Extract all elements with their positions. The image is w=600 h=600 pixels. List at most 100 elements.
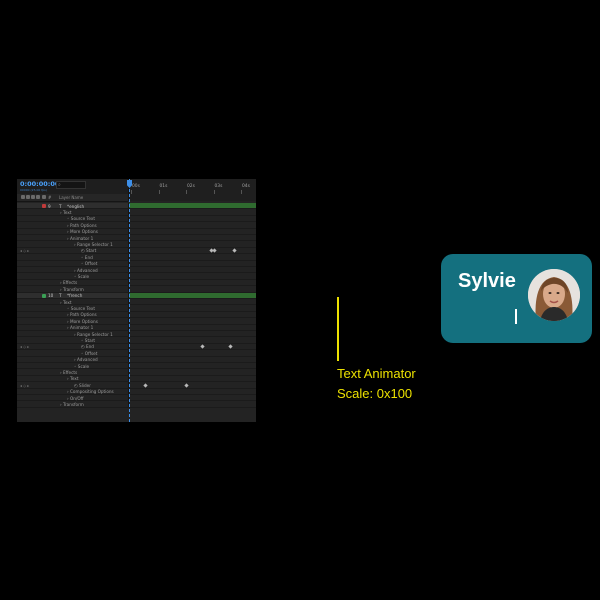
layer-track[interactable] (128, 331, 256, 337)
layer-track[interactable] (128, 209, 256, 215)
lock-icon[interactable] (36, 195, 40, 199)
row-label: › Effects (60, 369, 78, 375)
layer-track[interactable] (128, 241, 256, 247)
row-label: ◦ Scale (74, 363, 90, 369)
layer-number: 9 (48, 203, 51, 209)
layer-track[interactable] (128, 292, 256, 298)
layer-color-swatch[interactable] (42, 293, 46, 298)
audio-icon[interactable] (26, 195, 30, 199)
row-label: › Animator 1 (67, 235, 94, 241)
layer-track[interactable] (128, 395, 256, 401)
layer-track[interactable] (128, 401, 256, 407)
row-label: › Range Selector 1 (74, 331, 113, 337)
row-label: ◦ Start (81, 337, 96, 343)
layer-track[interactable] (128, 375, 256, 382)
layer-track[interactable] (128, 343, 256, 350)
layer-track[interactable] (128, 247, 256, 254)
layer-track[interactable] (128, 311, 256, 318)
layer-track[interactable] (128, 363, 256, 369)
layer-track[interactable] (128, 254, 256, 260)
ruler-tick (213, 190, 215, 194)
layer-track[interactable] (128, 260, 256, 266)
row-label: ◦ Offset (81, 261, 98, 267)
row-label: ◴ Start (81, 248, 97, 254)
row-label: *english (67, 203, 85, 209)
layer-track[interactable] (128, 382, 256, 388)
ruler-tick-label: 03s (214, 184, 223, 189)
row-label: › Compositing Options (67, 389, 114, 395)
layer-search-input[interactable]: ⌕ (56, 181, 86, 189)
ruler-tick (158, 190, 160, 194)
row-label: › Advanced (74, 267, 98, 273)
name-card: Sylvie (441, 254, 592, 343)
time-ruler[interactable]: 00s 01s 02s 03s 04s (128, 179, 256, 201)
row-label: ◦ Source Text (67, 305, 95, 311)
row-label: › Transform (60, 401, 84, 407)
layer-track[interactable] (128, 318, 256, 324)
solo-icon[interactable] (31, 195, 35, 199)
layer-color-swatch[interactable] (42, 204, 46, 208)
layer-track[interactable] (128, 215, 256, 222)
ruler-tick (241, 190, 242, 194)
layer-column-header: # Layer Name (17, 194, 128, 202)
search-icon: ⌕ (58, 182, 61, 188)
ruler-tick-label: 04s (242, 184, 250, 189)
layer-track[interactable] (128, 203, 256, 209)
text-cursor (515, 309, 517, 324)
keyframe[interactable] (232, 248, 237, 253)
keyframe[interactable] (184, 383, 189, 388)
row-label: ◦ Offset (81, 350, 98, 356)
layer-track[interactable] (128, 337, 256, 343)
timecode-display[interactable]: 0:00:00:00 (20, 180, 59, 188)
portrait-photo-icon (528, 269, 580, 321)
layer-track[interactable] (128, 279, 256, 286)
ruler-tick (131, 190, 132, 194)
layer-number: 10 (48, 293, 54, 299)
layer-track[interactable] (128, 299, 256, 305)
keyframe[interactable] (212, 248, 218, 253)
row-label: › Advanced (74, 357, 98, 363)
eye-icon[interactable] (21, 195, 25, 199)
row-label: › Text (60, 299, 72, 305)
layer-track[interactable] (128, 324, 256, 330)
row-label: ◴ End (81, 344, 94, 350)
row-label: › Animator 1 (67, 325, 94, 331)
layer-track[interactable] (128, 305, 256, 311)
row-label: ◦ End (81, 254, 93, 260)
row-label: › Effects (60, 280, 78, 286)
keyframe[interactable] (143, 383, 148, 388)
row-label: › Path Options (67, 222, 97, 228)
ruler-tick-label: 02s (187, 184, 195, 189)
layer-track[interactable] (128, 286, 256, 292)
keyframe[interactable] (200, 344, 205, 349)
keyframe[interactable] (228, 344, 233, 349)
annotation-line (337, 297, 339, 361)
text-layer-icon: T (59, 203, 62, 209)
layer-track[interactable] (128, 228, 256, 234)
keyframe-navigator-icon[interactable]: ◂ ◇ ▸ (20, 383, 29, 388)
ruler-tick (186, 190, 187, 194)
card-name: Sylvie (458, 270, 516, 292)
layer-track[interactable] (128, 222, 256, 228)
label-icon[interactable] (42, 195, 46, 199)
keyframe-navigator-icon[interactable]: ◂ ◇ ▸ (20, 248, 29, 253)
row-label: › On/Off (67, 395, 84, 401)
property-row[interactable]: › Transform (17, 401, 256, 408)
row-label: › Text (60, 209, 72, 215)
layer-track[interactable] (128, 350, 256, 356)
playhead-line[interactable] (129, 179, 130, 422)
layer-name-header[interactable]: Layer Name (59, 195, 83, 200)
row-label: ◴ Slider (74, 382, 91, 388)
keyframe-navigator-icon[interactable]: ◂ ◇ ▸ (20, 344, 29, 349)
text-layer-icon: T (59, 293, 62, 299)
annotation-value: Scale: 0x100 (337, 386, 413, 401)
row-label: › Transform (60, 286, 84, 292)
layer-track[interactable] (128, 388, 256, 394)
annotation-title: Text Animator (337, 366, 416, 381)
layer-track[interactable] (128, 356, 256, 362)
layer-track[interactable] (128, 273, 256, 279)
layer-track[interactable] (128, 235, 256, 241)
layer-track[interactable] (128, 369, 256, 375)
layer-number-header: # (48, 195, 52, 200)
layer-track[interactable] (128, 267, 256, 273)
